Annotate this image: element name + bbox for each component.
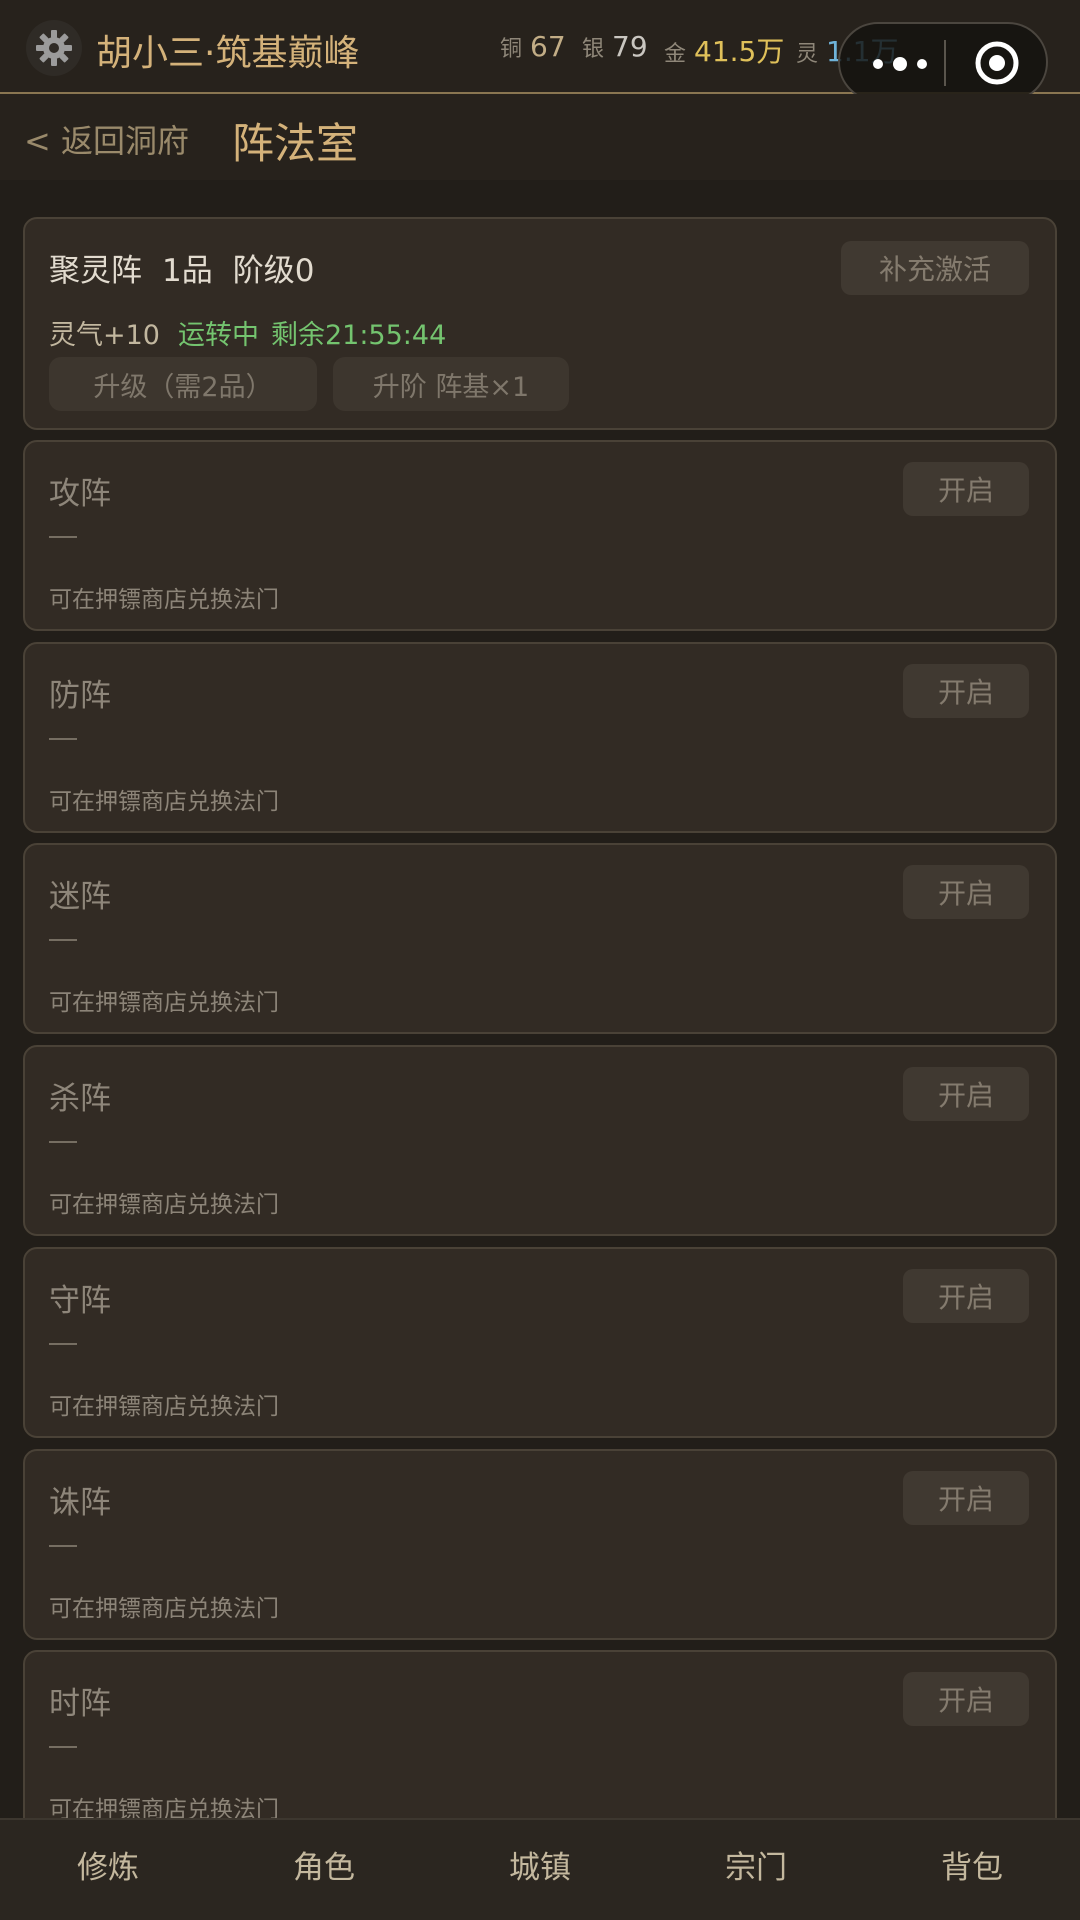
array-value [49,738,77,740]
nav-bag[interactable]: 背包 [896,1820,1048,1920]
currency-gold-label: 金 [664,42,687,67]
page-title: 阵法室 [232,119,359,168]
array-hint: 可在押镖商店兑换法门 [49,1192,279,1218]
currency-copper-value: 67 [530,30,566,63]
array-status: 灵气+10 运转中 剩余21:55:44 [49,313,446,352]
sub-header: < 返回洞府 阵法室 [0,94,1080,180]
advance-button[interactable]: 升阶 阵基×1 [333,357,569,411]
array-hint: 可在押镖商店兑换法门 [49,587,279,613]
array-name: 迷阵 [49,879,111,915]
open-button[interactable]: 开启 [903,1471,1029,1525]
array-value [49,536,77,538]
array-name: 守阵 [49,1283,111,1319]
nav-cultivate[interactable]: 修炼 [32,1820,184,1920]
nav-sect[interactable]: 宗门 [680,1820,832,1920]
array-card: 守阵 开启 可在押镖商店兑换法门 [23,1247,1057,1438]
app: 胡小三·筑基巅峰 铜67 银79 金41.5万 灵1.1万 [0,0,1080,1920]
array-effect: 灵气+10 [49,320,160,351]
array-value [49,1141,77,1143]
array-value [49,939,77,941]
currency-silver: 银 79 [582,30,648,63]
gear-icon[interactable] [26,20,82,76]
array-value [49,1746,77,1748]
open-button[interactable]: 开启 [903,1067,1029,1121]
currency-spirit-label: 灵 [796,42,819,67]
currency-silver-label: 银 [582,37,605,62]
array-remaining-time: 剩余21:55:44 [270,320,447,351]
currency-copper: 铜 67 [500,30,566,63]
nav-town[interactable]: 城镇 [464,1820,616,1920]
array-tier: 阶级0 [232,253,315,289]
target-icon[interactable] [974,40,1020,86]
back-button[interactable]: < 返回洞府 [24,116,189,162]
recharge-button[interactable]: 补充激活 [841,241,1029,295]
array-card: 诛阵 开启 可在押镖商店兑换法门 [23,1449,1057,1640]
array-name: 时阵 [49,1686,111,1722]
top-bar: 胡小三·筑基巅峰 铜67 银79 金41.5万 灵1.1万 [0,0,1080,102]
array-hint: 可在押镖商店兑换法门 [49,990,279,1016]
array-card: 杀阵 开启 可在押镖商店兑换法门 [23,1045,1057,1236]
array-name: 聚灵阵 [49,253,142,289]
array-grade: 1品 [162,253,213,289]
player-name: 胡小三·筑基巅峰 [96,33,360,74]
array-hint: 可在押镖商店兑换法门 [49,789,279,815]
currency-gold: 金 41.5万 [664,30,784,70]
array-name: 杀阵 [49,1081,111,1117]
open-button[interactable]: 开启 [903,1672,1029,1726]
bottom-nav: 修炼 角色 城镇 宗门 背包 [0,1818,1080,1920]
array-name: 诛阵 [49,1485,111,1521]
open-button[interactable]: 开启 [903,865,1029,919]
array-title: 聚灵阵 1品 阶级0 [49,245,314,290]
currency-gold-value: 41.5万 [694,35,785,68]
array-name: 攻阵 [49,476,111,512]
array-card: 防阵 开启 可在押镖商店兑换法门 [23,642,1057,833]
upgrade-button[interactable]: 升级（需2品） [49,357,317,411]
array-card: 迷阵 开启 可在押镖商店兑换法门 [23,843,1057,1034]
array-card-main: 聚灵阵 1品 阶级0 补充激活 灵气+10 运转中 剩余21:55:44 升级（需2品）… [23,217,1057,430]
array-card: 攻阵 开启 可在押镖商店兑换法门 [23,440,1057,631]
open-button[interactable]: 开启 [903,1269,1029,1323]
nav-character[interactable]: 角色 [248,1820,400,1920]
array-value [49,1343,77,1345]
array-name: 防阵 [49,678,111,714]
array-hint: 可在押镖商店兑换法门 [49,1596,279,1622]
currency-copper-label: 铜 [500,37,523,62]
more-icon[interactable] [870,50,930,78]
capsule-divider [944,40,946,86]
array-hint: 可在押镖商店兑换法门 [49,1394,279,1420]
open-button[interactable]: 开启 [903,462,1029,516]
currency-silver-value: 79 [612,30,648,63]
open-button[interactable]: 开启 [903,664,1029,718]
array-value [49,1545,77,1547]
array-running-status: 运转中 [177,320,259,351]
miniprogram-capsule [838,22,1048,102]
array-card: 时阵 开启 可在押镖商店兑换法门 [23,1650,1057,1841]
